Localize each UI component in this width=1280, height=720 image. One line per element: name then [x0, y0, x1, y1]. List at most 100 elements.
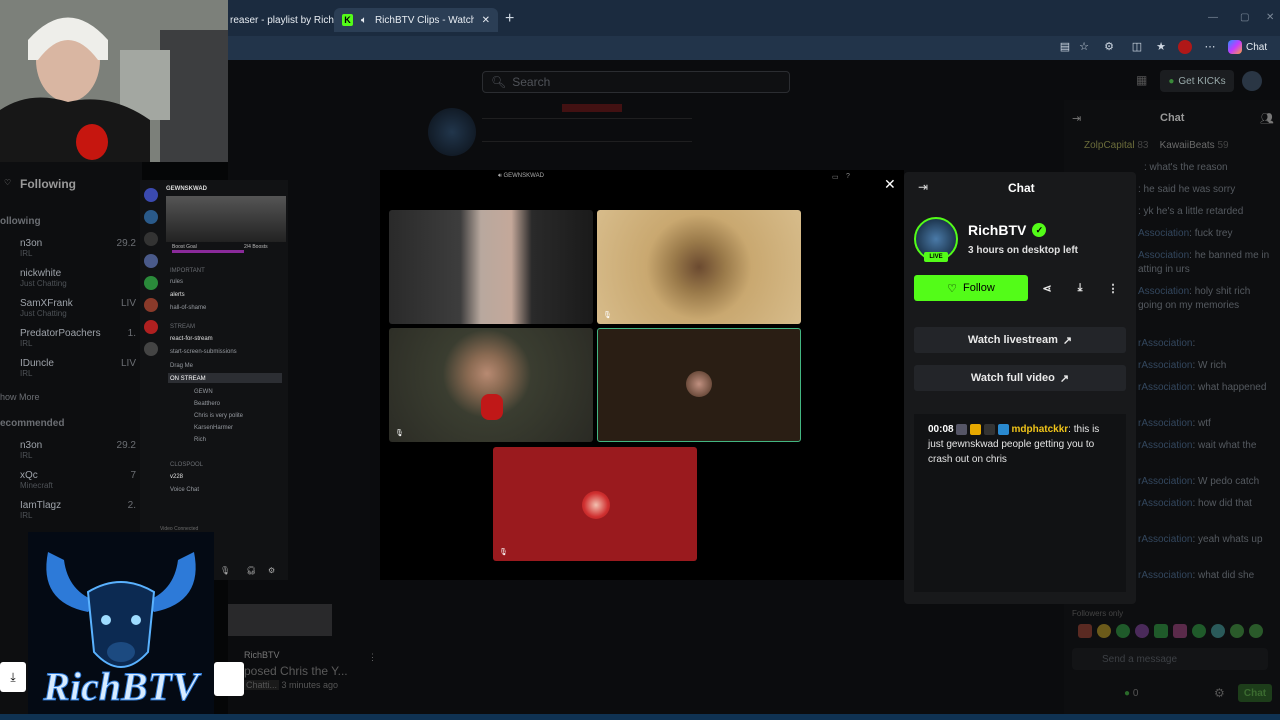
channel-row[interactable]: PredatorPoachers IRL 1.	[20, 328, 138, 348]
voice-member[interactable]: Beatthero	[194, 401, 220, 407]
chat-line: rAssociation: wtf	[1138, 418, 1211, 429]
channel-item[interactable]: start-screen-submissions	[170, 349, 237, 355]
send-chat-button[interactable]: Chat	[1238, 684, 1272, 702]
user-avatar[interactable]	[1242, 71, 1262, 91]
collapse-icon[interactable]: ⇥	[918, 180, 928, 194]
channel-status: 3 hours on desktop left	[968, 245, 1079, 256]
popout-icon[interactable]: ▭	[832, 173, 839, 181]
maximize-icon[interactable]: ▢	[1240, 12, 1249, 23]
video-tile[interactable]: 🎙︎	[597, 210, 801, 324]
server-icon[interactable]	[144, 210, 158, 224]
clip-title[interactable]: posed Chris the Y...	[244, 664, 348, 678]
channel-category[interactable]: STREAM	[170, 324, 195, 330]
chat-line: rAssociation: what did she	[1138, 570, 1255, 581]
tab-richbtv-clips[interactable]: K 🔈︎ RichBTV Clips - Watch Live on ✕	[334, 8, 498, 32]
send-placeholder: Send a message	[1102, 653, 1178, 665]
profile-avatar[interactable]	[1178, 40, 1192, 54]
chat-line: rAssociation:	[1138, 338, 1196, 349]
chat-counter: ● 0	[1124, 688, 1139, 699]
video-tile[interactable]: 🎙︎	[389, 328, 593, 442]
more-options-icon[interactable]: ⋯	[1203, 40, 1217, 54]
clip-channel[interactable]: RichBTV	[244, 650, 280, 660]
voice-member[interactable]: GEWN	[194, 389, 213, 395]
channel-category[interactable]: CLOSPOOL	[170, 462, 203, 468]
server-icon[interactable]	[144, 342, 158, 356]
chat-line: rAssociation: W rich	[1138, 360, 1227, 371]
favorites-icon[interactable]: ★	[1154, 40, 1168, 54]
channel-item[interactable]: react-for-stream	[170, 336, 213, 342]
channel-row[interactable]: xQc Minecraft 7	[20, 470, 138, 490]
chat-line: : what's the reason	[1144, 162, 1228, 173]
channel-category[interactable]: IMPORTANT	[170, 268, 205, 274]
users-icon[interactable]: 👥︎	[1260, 112, 1274, 125]
server-icon[interactable]	[144, 320, 158, 334]
channel-item[interactable]: Voice Chat	[170, 487, 199, 493]
help-icon[interactable]: ?	[846, 173, 850, 180]
reader-icon[interactable]: ▤	[1058, 40, 1072, 54]
share-icon[interactable]: ⋖	[1036, 275, 1058, 301]
send-message-input[interactable]: Send a message	[1072, 648, 1268, 670]
get-kicks-button[interactable]: ● Get KICKs	[1160, 70, 1234, 92]
chat-line: : he said he was sorry	[1138, 184, 1236, 195]
server-icon[interactable]	[144, 188, 158, 202]
voice-member[interactable]: Chris is very polite	[194, 413, 243, 419]
following-title: Following	[20, 177, 76, 191]
voice-member[interactable]: Rich	[194, 437, 206, 443]
speaker-icon[interactable]: 🔈︎	[361, 15, 367, 26]
watch-livestream-button[interactable]: Watch livestream ↗	[914, 327, 1126, 353]
server-icon[interactable]	[144, 276, 158, 290]
channel-item[interactable]: rules	[170, 279, 183, 285]
close-call-icon[interactable]: ✕	[884, 176, 896, 193]
download-icon[interactable]: ⤓	[1069, 275, 1091, 301]
settings-icon[interactable]: ⚙	[1214, 686, 1225, 700]
extensions-icon[interactable]: ⚙	[1102, 40, 1116, 54]
user-settings-icon[interactable]: ⚙	[268, 566, 275, 575]
video-tile[interactable]	[389, 210, 593, 324]
server-name[interactable]: GEWNSKWAD	[166, 186, 286, 194]
chat-line: Association: he banned me in	[1138, 250, 1270, 261]
follow-button[interactable]: ♡ Follow	[914, 275, 1028, 301]
channel-row[interactable]: SamXFrank Just Chatting LIV	[20, 298, 138, 318]
video-tile-speaking[interactable]	[597, 328, 801, 442]
more-vertical-icon[interactable]: ⋮	[368, 652, 377, 663]
watch-full-video-button[interactable]: Watch full video ↗	[914, 365, 1126, 391]
discord-window: GEWNSKWAD Boost Goal 2/4 Boosts IMPORTAN…	[140, 180, 288, 580]
collapse-chat-icon[interactable]: ⇥	[1072, 112, 1081, 125]
grid-icon[interactable]: ▦	[1136, 73, 1147, 87]
server-icon[interactable]	[144, 232, 158, 246]
copilot-chat-button[interactable]: Chat	[1228, 40, 1267, 54]
search-input[interactable]: 🔍︎ Search	[482, 71, 790, 93]
split-icon[interactable]: ◫	[1130, 40, 1144, 54]
channel-row[interactable]: IamTlagz IRL 2.	[20, 500, 138, 520]
close-tab-icon[interactable]: ✕	[482, 15, 490, 26]
voice-member[interactable]: KarsenHarmer	[194, 425, 233, 431]
badge-icon	[956, 423, 968, 435]
channel-name[interactable]: RichBTV ✓	[968, 222, 1047, 238]
favorite-star-icon[interactable]: ☆	[1077, 40, 1091, 54]
channel-item[interactable]: v228	[170, 474, 183, 480]
show-more-link[interactable]: how More	[0, 392, 40, 402]
download-icon[interactable]: ⤓	[0, 662, 26, 692]
mic-icon[interactable]: 🎙︎	[220, 566, 230, 575]
channel-row[interactable]: n3on IRL 29.2	[20, 238, 138, 258]
video-tile[interactable]: 🎙︎	[493, 447, 697, 561]
window-close-icon[interactable]: ✕	[1266, 12, 1274, 23]
channel-row[interactable]: nickwhite Just Chatting	[20, 268, 138, 288]
channel-row[interactable]: IDuncle IRL LIV	[20, 358, 138, 378]
tab-playlist[interactable]: reaser - playlist by Rich ✕	[230, 8, 350, 32]
new-tab-icon[interactable]: +	[505, 10, 514, 28]
minimize-icon[interactable]: —	[1208, 12, 1218, 23]
headphones-icon[interactable]: 🎧︎	[246, 566, 256, 575]
server-icon[interactable]	[144, 254, 158, 268]
more-vertical-icon[interactable]: ⋮	[1102, 275, 1124, 301]
chat-line: atting in urs	[1138, 264, 1190, 275]
voice-channel-item[interactable]: Drag Me	[170, 363, 193, 369]
server-icon[interactable]	[144, 298, 158, 312]
watch-livestream-label: Watch livestream	[967, 334, 1058, 346]
avatar	[582, 491, 610, 519]
channel-item[interactable]: alerts	[170, 292, 185, 298]
tab-label: RichBTV Clips - Watch Live on	[374, 14, 474, 26]
message-username[interactable]: mdphatckkr	[1011, 424, 1068, 435]
channel-item[interactable]: hall-of-shame	[170, 305, 206, 311]
channel-row[interactable]: n3on IRL 29.2	[20, 440, 138, 460]
